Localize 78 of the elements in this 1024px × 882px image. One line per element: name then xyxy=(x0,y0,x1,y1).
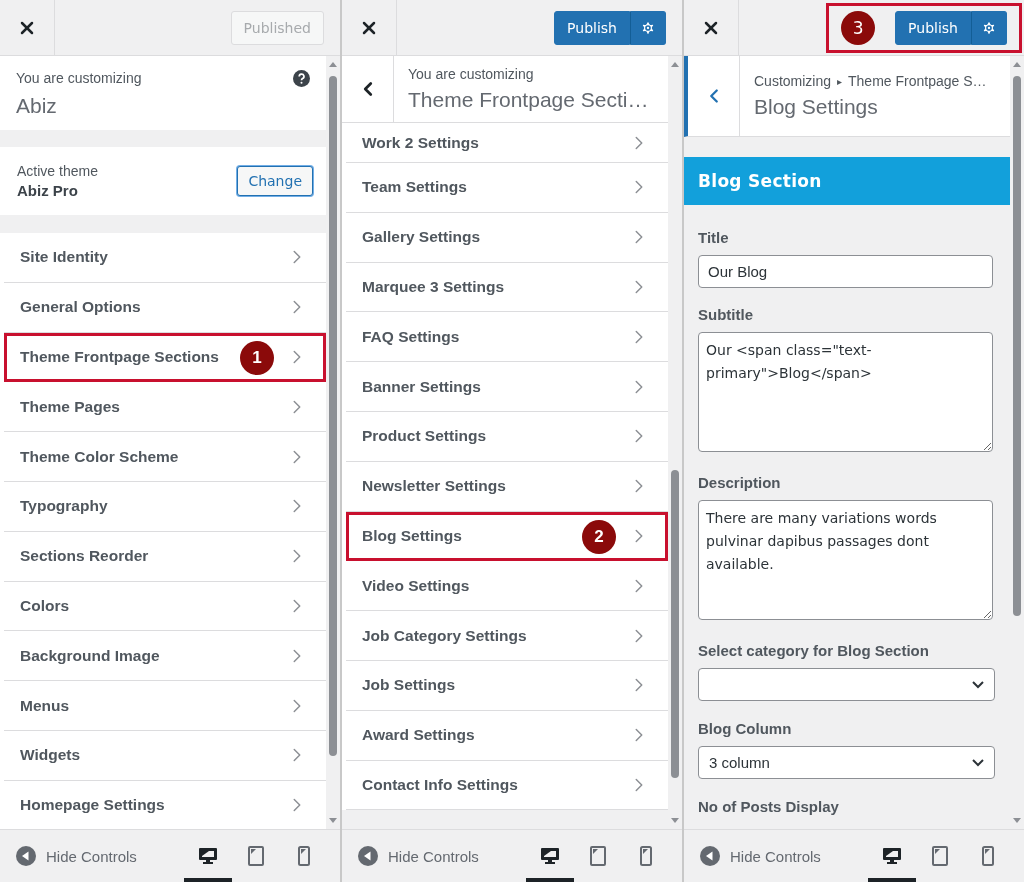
menu-item-label: Marquee 3 Settings xyxy=(362,278,505,296)
menu-item-label: Sections Reorder xyxy=(20,547,149,566)
textarea-field[interactable]: Our <span class="text-primary">Blog</span> xyxy=(698,332,993,452)
customizing-label: You are customizing xyxy=(408,66,535,82)
menu-item-label: Job Settings xyxy=(362,676,455,695)
settings-icon xyxy=(981,19,997,36)
mobile-icon xyxy=(982,846,994,866)
change-button[interactable]: Change xyxy=(237,166,313,196)
text-field[interactable]: Our Blog xyxy=(698,255,993,288)
breadcrumb-item: Theme Frontpage S… xyxy=(848,73,987,89)
section-title: Blog Settings xyxy=(754,95,879,119)
menu-item-label: Theme Frontpage Sections xyxy=(20,348,219,366)
chevron-down-icon xyxy=(972,758,984,767)
collapse-icon xyxy=(358,846,378,866)
section-title: Theme Frontpage Secti… xyxy=(408,88,649,112)
desktop-icon xyxy=(882,847,902,865)
settings-icon xyxy=(640,19,656,36)
breadcrumb-separator: ▸ xyxy=(837,75,843,87)
menu-item-label: Newsletter Settings xyxy=(362,477,506,496)
menu-item-label: Team Settings xyxy=(362,178,467,197)
publish-button[interactable]: Publish xyxy=(895,10,971,45)
tablet-icon xyxy=(590,846,606,866)
menu-item-label: Menus xyxy=(20,696,70,715)
menu-item-label: Contact Info Settings xyxy=(362,775,518,794)
menu-item-label: Homepage Settings xyxy=(20,796,165,815)
chevron-down-icon xyxy=(972,680,984,689)
hide-controls-button[interactable]: Hide Controls xyxy=(700,846,821,866)
menu-item[interactable]: Theme Frontpage Sections 1 xyxy=(4,332,326,383)
site-title: Abiz xyxy=(16,94,58,118)
tablet-icon xyxy=(932,846,948,866)
menu-item-label: Typography xyxy=(20,497,108,516)
field-label: Subtitle xyxy=(698,306,754,323)
menu-item[interactable]: Blog Settings 2 xyxy=(346,511,668,562)
section-header: Blog Section xyxy=(684,157,1010,205)
menu-item-label: Banner Settings xyxy=(362,377,481,396)
select-field[interactable] xyxy=(698,668,995,701)
step-marker: 3 xyxy=(841,10,876,45)
settings-button[interactable] xyxy=(971,10,1007,45)
help-icon[interactable] xyxy=(293,70,310,87)
menu-item-label: Product Settings xyxy=(362,427,486,446)
field-label: Description xyxy=(698,474,782,491)
desktop-icon xyxy=(198,847,218,865)
collapse-icon xyxy=(700,846,720,866)
field-label: Blog Column xyxy=(698,720,793,737)
hide-controls-button[interactable]: Hide Controls xyxy=(358,846,479,866)
desktop-icon xyxy=(540,847,560,865)
menu-item-label: FAQ Settings xyxy=(362,327,460,346)
menu-item-label: Theme Pages xyxy=(20,397,120,416)
menu-item-label: Blog Settings xyxy=(362,526,462,545)
menu-item-label: Video Settings xyxy=(362,576,470,595)
menu-item-label: Background Image xyxy=(20,646,160,665)
theme-label: Active theme xyxy=(17,163,98,179)
customizing-label: You are customizing xyxy=(16,70,142,86)
step-marker: 2 xyxy=(582,519,616,554)
step-marker: 1 xyxy=(240,340,274,375)
menu-item-label: Award Settings xyxy=(362,726,475,745)
menu-item-label: Colors xyxy=(20,596,70,615)
menu-item-label: Work 2 Settings xyxy=(362,133,479,152)
publish-button[interactable]: Publish xyxy=(554,10,630,45)
menu-item-label: General Options xyxy=(20,298,141,317)
mobile-icon xyxy=(298,846,310,866)
hide-controls-button[interactable]: Hide Controls xyxy=(16,846,137,866)
menu-item-label: Widgets xyxy=(20,746,81,765)
textarea-field[interactable]: There are many variations words pulvinar dapibus passages dont available. xyxy=(698,500,993,620)
field-label: Title xyxy=(698,229,730,246)
settings-button[interactable] xyxy=(630,10,666,45)
menu-item-label: Theme Color Scheme xyxy=(20,447,179,466)
menu-item-label: Site Identity xyxy=(20,248,108,267)
breadcrumb-item: Customizing xyxy=(754,73,832,89)
menu-item-label: Job Category Settings xyxy=(362,626,527,645)
menu-item-label: Gallery Settings xyxy=(362,228,480,247)
field-label: No of Posts Display xyxy=(698,798,840,815)
select-field[interactable]: 3 column xyxy=(698,746,995,779)
field-label: Select category for Blog Section xyxy=(698,642,930,659)
mobile-icon xyxy=(640,846,652,866)
tablet-icon xyxy=(248,846,264,866)
theme-name: Abiz Pro xyxy=(17,182,79,199)
collapse-icon xyxy=(16,846,36,866)
